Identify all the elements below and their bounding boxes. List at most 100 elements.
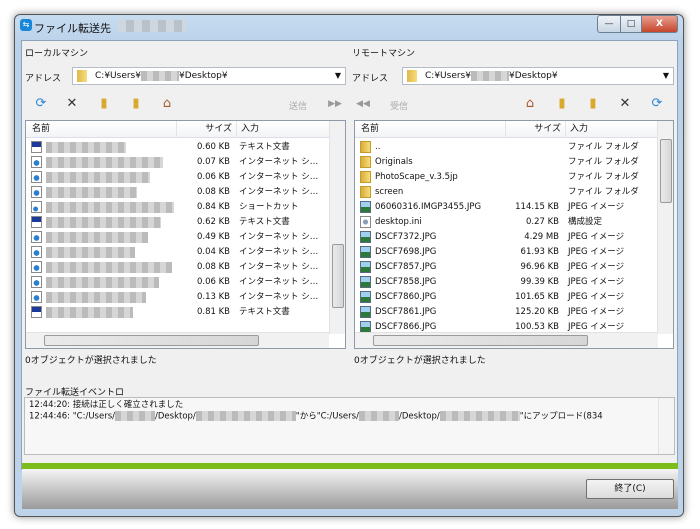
scroll-thumb[interactable]	[373, 335, 588, 346]
file-size: 0.06 KB	[196, 172, 230, 182]
log-scrollbar[interactable]	[658, 398, 674, 454]
file-row[interactable]: DSCF7861.JPG 125.20 KB JPEG イメージ	[355, 305, 658, 320]
column-type[interactable]: 入力	[236, 121, 331, 138]
new-folder-icon[interactable]: ▮	[95, 96, 113, 112]
refresh-icon[interactable]: ⟳	[32, 96, 50, 112]
address-suffix: ¥Desktop¥	[178, 71, 228, 81]
file-row[interactable]: DSCF7857.JPG 96.96 KB JPEG イメージ	[355, 260, 658, 275]
internet-shortcut-icon	[31, 276, 42, 288]
local-horizontal-scrollbar[interactable]	[26, 332, 329, 348]
refresh-icon[interactable]: ⟳	[648, 96, 666, 112]
send-arrow-icon[interactable]: ▶▶	[326, 96, 344, 112]
file-type: インターネット シ…	[239, 232, 319, 242]
column-size[interactable]: サイズ	[176, 121, 232, 138]
file-row[interactable]: 0.06 KB インターネット シ…	[26, 170, 329, 185]
image-icon	[360, 201, 371, 213]
remote-address-label: アドレス	[352, 74, 389, 84]
dropdown-arrow-icon[interactable]: ▼	[335, 68, 341, 84]
file-row[interactable]: screen ファイル フォルダ	[355, 185, 658, 200]
file-row[interactable]: 0.13 KB インターネット シ…	[26, 290, 329, 305]
redacted-file-name	[46, 247, 135, 258]
redacted-file-name	[46, 262, 172, 273]
maximize-button[interactable]: □	[620, 15, 642, 33]
file-row[interactable]: 0.49 KB インターネット シ…	[26, 230, 329, 245]
file-type: ファイル フォルダ	[568, 142, 639, 152]
file-row[interactable]: .. ファイル フォルダ	[355, 140, 658, 155]
file-type: JPEG イメージ	[568, 262, 625, 272]
remote-address-combo[interactable]: C:¥Users¥ ¥Desktop¥ ▼	[402, 67, 674, 85]
file-row[interactable]: DSCF7858.JPG 99.39 KB JPEG イメージ	[355, 275, 658, 290]
dropdown-arrow-icon[interactable]: ▼	[663, 68, 669, 84]
file-row[interactable]: 0.06 KB インターネット シ…	[26, 275, 329, 290]
file-row[interactable]: 0.60 KB テキスト文書	[26, 140, 329, 155]
file-row[interactable]: DSCF7860.JPG 101.65 KB JPEG イメージ	[355, 290, 658, 305]
parent-folder-icon[interactable]: ▮	[127, 96, 145, 112]
file-row[interactable]: 0.84 KB ショートカット	[26, 200, 329, 215]
column-size[interactable]: サイズ	[505, 121, 561, 138]
receive-arrow-icon[interactable]: ◀◀	[354, 96, 372, 112]
window-title: ファイル転送先	[34, 22, 111, 35]
minimize-button[interactable]: —	[597, 15, 621, 33]
delete-icon[interactable]: ✕	[616, 96, 634, 112]
new-folder-icon[interactable]: ▮	[584, 96, 602, 112]
receive-button[interactable]: 受信	[390, 99, 408, 112]
file-size: 114.15 KB	[515, 202, 559, 212]
local-address-combo[interactable]: C:¥Users¥ ¥Desktop¥ ▼	[72, 67, 346, 85]
column-name[interactable]: 名前	[32, 121, 50, 138]
file-row[interactable]: 0.81 KB テキスト文書	[26, 305, 329, 320]
image-icon	[360, 306, 371, 318]
file-row[interactable]: 0.08 KB インターネット シ…	[26, 185, 329, 200]
file-row[interactable]: desktop.ini 0.27 KB 構成設定	[355, 215, 658, 230]
file-size: 125.20 KB	[515, 307, 559, 317]
exit-button[interactable]: 終了(C)	[586, 479, 674, 499]
file-type: JPEG イメージ	[568, 307, 625, 317]
file-row[interactable]: DSCF7372.JPG 4.29 MB JPEG イメージ	[355, 230, 658, 245]
local-file-list[interactable]: 名前 サイズ 入力 0.60 KB テキスト文書 0.07 KB インターネット シ……	[25, 120, 346, 349]
file-size: 99.39 KB	[520, 277, 559, 287]
remote-horizontal-scrollbar[interactable]	[355, 332, 658, 348]
file-name: Originals	[375, 157, 413, 167]
file-type: インターネット シ…	[239, 292, 319, 302]
file-size: 96.96 KB	[520, 262, 559, 272]
file-type: ファイル フォルダ	[568, 187, 639, 197]
file-row[interactable]: DSCF7698.JPG 61.93 KB JPEG イメージ	[355, 245, 658, 260]
title-redacted	[118, 20, 186, 32]
file-row[interactable]: 06060316.IMGP3455.JPG 114.15 KB JPEG イメージ	[355, 200, 658, 215]
file-row[interactable]: Originals ファイル フォルダ	[355, 155, 658, 170]
file-size: 0.08 KB	[196, 187, 230, 197]
send-button[interactable]: 送信	[289, 99, 307, 112]
scroll-thumb[interactable]	[44, 335, 259, 346]
redacted-username	[470, 70, 509, 81]
shortcut-icon	[31, 201, 42, 213]
file-size: 0.04 KB	[196, 247, 230, 257]
close-window-button[interactable]: X	[641, 15, 678, 33]
local-status: 0オブジェクトが選択されました	[25, 356, 157, 366]
parent-folder-icon[interactable]: ▮	[553, 96, 571, 112]
event-log[interactable]: 12:44:20: 接続は正しく確立されました 12:44:46: "C:/Us…	[24, 397, 675, 455]
column-type[interactable]: 入力	[565, 121, 660, 138]
file-name: 06060316.IMGP3455.JPG	[375, 202, 482, 212]
column-name[interactable]: 名前	[361, 121, 379, 138]
delete-icon[interactable]: ✕	[63, 96, 81, 112]
file-name: DSCF7857.JPG	[375, 262, 437, 272]
file-name: screen	[375, 187, 404, 197]
remote-vertical-scrollbar[interactable]	[657, 121, 673, 334]
image-icon	[360, 246, 371, 258]
file-size: 0.84 KB	[196, 202, 230, 212]
file-row[interactable]: 0.62 KB テキスト文書	[26, 215, 329, 230]
scroll-thumb[interactable]	[660, 139, 672, 203]
remote-file-list[interactable]: 名前 サイズ 入力 .. ファイル フォルダ Originals ファイル フォルダ P…	[354, 120, 674, 349]
internet-shortcut-icon	[31, 291, 42, 303]
scroll-thumb[interactable]	[332, 244, 344, 308]
file-row[interactable]: 0.08 KB インターネット シ…	[26, 260, 329, 275]
file-size: 0.13 KB	[196, 292, 230, 302]
file-row[interactable]: 0.04 KB インターネット シ…	[26, 245, 329, 260]
home-icon[interactable]: ⌂	[521, 96, 539, 112]
file-row[interactable]: PhotoScape_v.3.5jp ファイル フォルダ	[355, 170, 658, 185]
local-vertical-scrollbar[interactable]	[329, 121, 345, 334]
file-size: 0.07 KB	[196, 157, 230, 167]
file-row[interactable]: 0.07 KB インターネット シ…	[26, 155, 329, 170]
text-file-icon	[31, 306, 42, 318]
home-icon[interactable]: ⌂	[158, 96, 176, 112]
file-size: 61.93 KB	[520, 247, 559, 257]
